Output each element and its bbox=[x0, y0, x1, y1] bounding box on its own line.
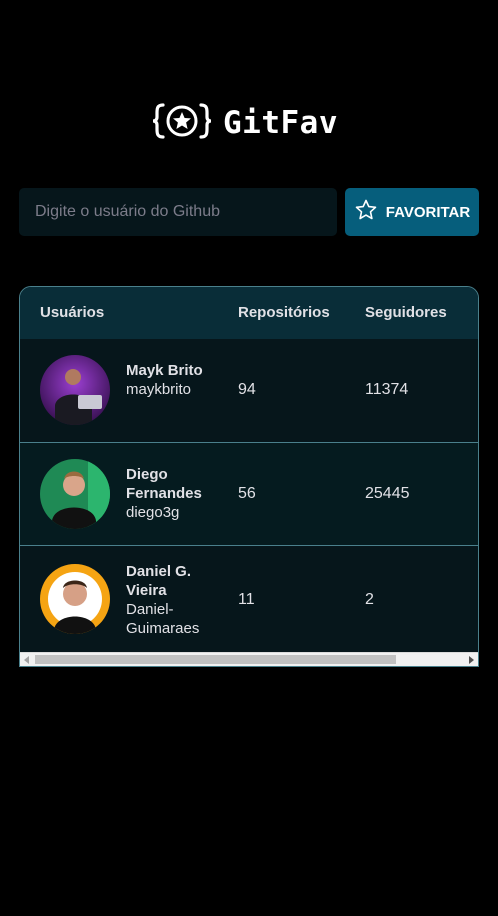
star-in-braces-icon bbox=[152, 101, 212, 146]
favorite-button-label: FAVORITAR bbox=[385, 203, 471, 221]
header-users: Usuários bbox=[40, 304, 105, 321]
table-row: Diego Fernandes diego3g 56 25445 bbox=[20, 442, 478, 545]
repo-count: 94 bbox=[238, 381, 256, 398]
app-logo: GitFav bbox=[152, 100, 338, 146]
favorites-table: Usuários Repositórios Seguidores Mayk Br… bbox=[19, 286, 479, 667]
table-header: Usuários Repositórios Seguidores bbox=[20, 287, 478, 339]
user-info: Daniel G. Vieira Daniel-Guimaraes bbox=[126, 562, 216, 638]
header-followers: Seguidores bbox=[365, 304, 447, 321]
header-repositories: Repositórios bbox=[238, 304, 330, 321]
table-row: Daniel G. Vieira Daniel-Guimaraes 11 2 bbox=[20, 545, 478, 648]
follower-count: 11374 bbox=[365, 381, 409, 398]
scroll-left-arrow-icon[interactable] bbox=[24, 656, 29, 664]
follower-count: 25445 bbox=[365, 485, 410, 502]
repo-count: 11 bbox=[238, 591, 255, 608]
avatar[interactable] bbox=[40, 355, 110, 425]
scroll-right-arrow-icon[interactable] bbox=[469, 656, 474, 664]
avatar[interactable] bbox=[40, 564, 110, 634]
horizontal-scrollbar[interactable] bbox=[20, 652, 478, 666]
user-login[interactable]: Daniel-Guimaraes bbox=[126, 600, 216, 638]
user-name: Diego Fernandes bbox=[126, 466, 202, 502]
user-name: Mayk Brito bbox=[126, 362, 203, 379]
star-outline-icon bbox=[354, 198, 378, 226]
repo-count: 56 bbox=[238, 485, 256, 502]
user-info: Mayk Brito maykbrito bbox=[126, 361, 216, 399]
app-title: GitFav bbox=[223, 105, 338, 141]
user-login[interactable]: diego3g bbox=[126, 503, 216, 522]
favorite-button[interactable]: FAVORITAR bbox=[345, 188, 479, 236]
scrollbar-thumb[interactable] bbox=[35, 655, 396, 664]
avatar[interactable] bbox=[40, 459, 110, 529]
user-login[interactable]: maykbrito bbox=[126, 380, 216, 399]
user-name: Daniel G. Vieira bbox=[126, 563, 192, 599]
table-row: Mayk Brito maykbrito 94 11374 bbox=[20, 339, 478, 442]
user-info: Diego Fernandes diego3g bbox=[126, 465, 216, 522]
search-input[interactable] bbox=[19, 188, 337, 236]
follower-count: 2 bbox=[365, 591, 374, 608]
